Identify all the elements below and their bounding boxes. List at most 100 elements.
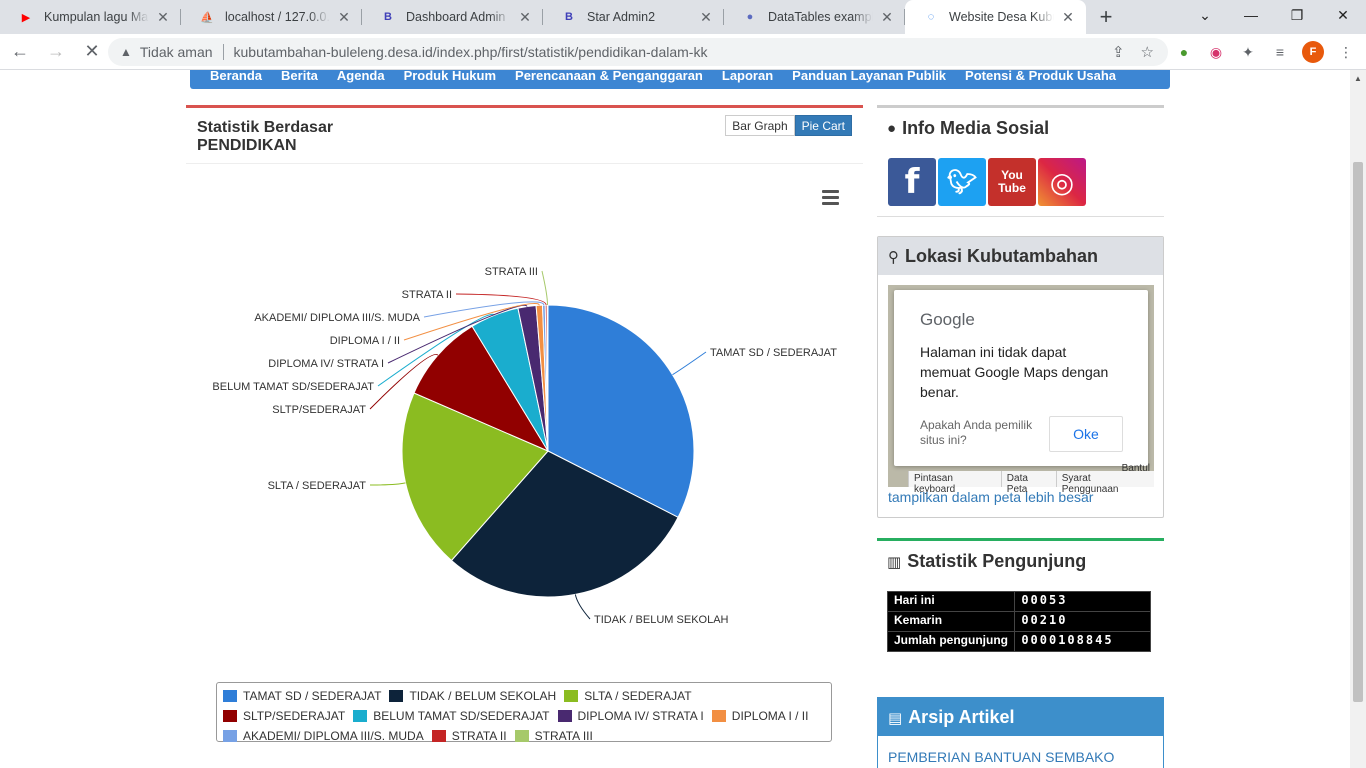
globe-icon: ● — [887, 120, 897, 137]
legend-item[interactable]: DIPLOMA I / II — [711, 707, 808, 725]
url-text: kubutambahan-buleleng.desa.id/index.php/… — [233, 44, 708, 60]
tab-search-icon[interactable]: ⌄ — [1182, 0, 1228, 30]
media-queue-icon[interactable]: ≡ — [1270, 42, 1290, 62]
back-button[interactable]: ← — [4, 36, 36, 68]
legend-item[interactable]: BELUM TAMAT SD/SEDERAJAT — [353, 707, 550, 725]
location-panel-title: ⚲ Lokasi Kubutambahan — [888, 246, 1099, 266]
pie-data-label: AKADEMI/ DIPLOMA III/S. MUDA — [254, 312, 420, 324]
map-terms-link[interactable]: Syarat Penggunaan — [1055, 471, 1154, 495]
globe-icon: ● — [746, 11, 754, 23]
legend-label: DIPLOMA IV/ STRATA I — [577, 709, 704, 723]
pie-data-label: STRATA III — [485, 266, 538, 278]
visitor-counter-table: Hari ini 00053 Kemarin 00210 Jumlah pengun… — [886, 591, 1151, 652]
map-owner-question: Apakah Anda pemilik situs ini? — [920, 418, 1033, 447]
legend-item[interactable]: STRATA III — [514, 727, 593, 745]
nav-item[interactable]: Laporan — [722, 70, 773, 83]
extension-color-icon[interactable]: ◉ — [1206, 42, 1226, 62]
pie-data-label: DIPLOMA I / II — [330, 335, 400, 347]
close-window-button[interactable]: ✕ — [1320, 0, 1366, 30]
extension-globe-icon[interactable]: ● — [1174, 42, 1194, 62]
legend-swatch — [389, 690, 404, 702]
map-keyboard-shortcuts[interactable]: Pintasan keyboard — [908, 471, 1001, 495]
window-controls: ⌄ — ❐ ✕ — [1182, 0, 1366, 30]
legend-item[interactable]: DIPLOMA IV/ STRATA I — [557, 707, 704, 725]
chrome-menu-icon[interactable]: ⋮ — [1336, 42, 1356, 62]
browser-tab[interactable]: B Dashboard Admin ✕ — [362, 0, 543, 34]
legend-item[interactable]: SLTP/SEDERAJAT — [223, 707, 345, 725]
tab-title: Dashboard Admin — [406, 10, 506, 24]
counter-row: Jumlah pengunjung 0000108845 — [886, 631, 1151, 652]
close-tab-icon[interactable]: ✕ — [155, 9, 171, 26]
close-tab-icon[interactable]: ✕ — [336, 9, 352, 26]
close-tab-icon[interactable]: ✕ — [1060, 9, 1076, 26]
warning-icon: ▲ — [120, 45, 132, 59]
legend-swatch — [711, 710, 726, 722]
location-panel: ⚲ Lokasi Kubutambahan Google Halaman ini … — [877, 236, 1164, 518]
legend-swatch — [223, 690, 237, 702]
restore-button[interactable]: ❐ — [1274, 0, 1320, 30]
legend-label: STRATA III — [534, 729, 593, 743]
tab-title: Star Admin2 — [587, 10, 656, 24]
browser-tab[interactable]: ◌ Website Desa Kubutambahan ✕ — [905, 0, 1086, 34]
legend-swatch — [353, 710, 368, 722]
pie-connector — [369, 482, 406, 486]
counter-label: Jumlah pengunjung — [886, 631, 1016, 652]
nav-item[interactable]: Panduan Layanan Publik — [792, 70, 946, 83]
title-line-2: PENDIDIKAN — [197, 137, 297, 154]
chart-legend: TAMAT SD / SEDERAJAT TIDAK / BELUM SEKOLA… — [216, 682, 832, 745]
close-tab-icon[interactable]: ✕ — [879, 9, 895, 26]
extensions-puzzle-icon[interactable]: ✦ — [1238, 42, 1258, 62]
pie-chart-button[interactable]: Pie Cart — [794, 115, 852, 136]
larger-map-link[interactable]: tampilkan dalam peta lebih besar — [888, 489, 1093, 505]
browser-tab[interactable]: ⛵ localhost / 127.0.0.1 / ✕ — [181, 0, 362, 34]
map-data-link[interactable]: Data Peta — [1000, 471, 1056, 495]
profile-avatar[interactable]: F — [1302, 41, 1324, 63]
instagram-icon[interactable]: ◎ — [1038, 158, 1086, 206]
nav-item[interactable]: Produk Hukum — [404, 70, 496, 83]
pie-connector — [672, 351, 707, 376]
legend-swatch — [557, 710, 572, 722]
archive-item[interactable]: PEMBERIAN BANTUAN SEMBAKO — [888, 749, 1114, 765]
legend-item[interactable]: TIDAK / BELUM SEKOLAH — [389, 687, 556, 705]
legend-item[interactable]: SLTA / SEDERAJAT — [564, 687, 692, 705]
twitter-icon[interactable]: 🐦︎ — [938, 158, 986, 206]
stop-loading-button[interactable]: ✕ — [76, 36, 108, 68]
statistics-panel: Statistik Berdasar PENDIDIKAN Bar Graph P… — [186, 105, 863, 768]
google-map[interactable]: Google Halaman ini tidak dapat memuat Go… — [888, 285, 1154, 495]
new-tab-button[interactable]: + — [1086, 0, 1126, 34]
map-ok-button[interactable]: Oke — [1049, 416, 1123, 452]
close-tab-icon[interactable]: ✕ — [517, 9, 533, 26]
browser-tab[interactable]: B Star Admin2 ✕ — [543, 0, 724, 34]
facebook-icon[interactable]: f — [888, 158, 936, 206]
bootstrap-icon: B — [384, 11, 392, 23]
nav-item[interactable]: Berita — [281, 70, 318, 83]
browser-tab[interactable]: ▶ Kumpulan lagu Malaysia ✕ — [0, 0, 181, 34]
youtube-icon: ▶ — [21, 11, 31, 24]
legend-item[interactable]: AKADEMI/ DIPLOMA III/S. MUDA — [223, 727, 424, 745]
nav-item[interactable]: Beranda — [210, 70, 262, 83]
nav-item[interactable]: Agenda — [337, 70, 385, 83]
close-tab-icon[interactable]: ✕ — [698, 9, 714, 26]
legend-item[interactable]: STRATA II — [431, 727, 507, 745]
bookmark-star-icon[interactable]: ☆ — [1141, 43, 1154, 61]
scroll-up-icon[interactable]: ▲ — [1354, 74, 1362, 83]
nav-item[interactable]: Potensi & Produk Usaha — [965, 70, 1116, 83]
address-bar[interactable]: ▲ Tidak aman kubutambahan-buleleng.desa.… — [108, 38, 1168, 66]
forward-button[interactable]: → — [40, 36, 72, 68]
pie-data-label: SLTP/SEDERAJAT — [272, 404, 366, 416]
legend-item[interactable]: TAMAT SD / SEDERAJAT — [223, 687, 381, 705]
bootstrap-icon: B — [565, 11, 573, 23]
bar-graph-button[interactable]: Bar Graph — [725, 115, 795, 136]
legend-label: TAMAT SD / SEDERAJAT — [243, 689, 382, 703]
scrollbar-thumb[interactable] — [1353, 162, 1363, 702]
not-secure-label: Tidak aman — [139, 44, 213, 60]
page-scrollbar[interactable]: ▲ — [1350, 70, 1366, 768]
minimize-button[interactable]: — — [1228, 0, 1274, 30]
visitor-stats-panel: ▥ Statistik Pengunjung Hari ini 00053 Kema… — [877, 538, 1164, 688]
pie-connector — [541, 270, 549, 306]
chart-menu-icon[interactable] — [822, 190, 839, 208]
browser-tab[interactable]: ● DataTables example - ✕ — [724, 0, 905, 34]
youtube-icon[interactable]: You Tube — [988, 158, 1036, 206]
nav-item[interactable]: Perencanaan & Penganggaran — [515, 70, 703, 83]
share-icon[interactable]: ⇪ — [1112, 43, 1125, 61]
